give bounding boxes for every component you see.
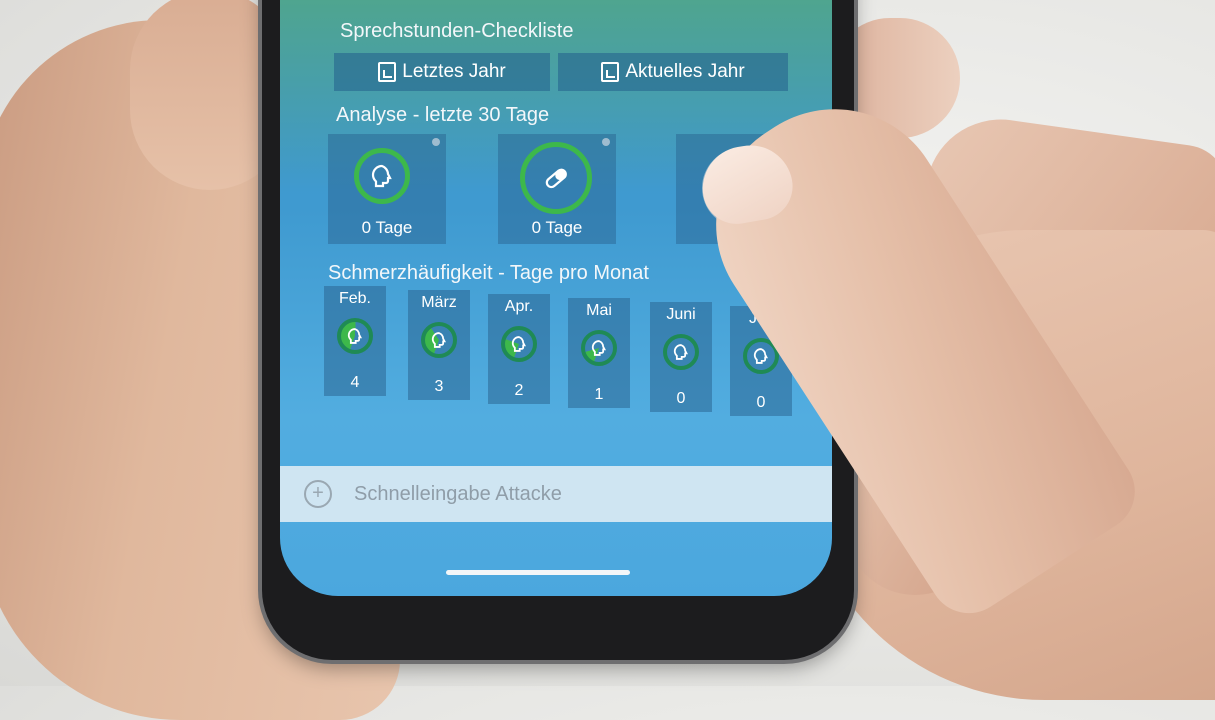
month-label: Feb. — [338, 290, 371, 307]
month-value: 0 — [676, 390, 686, 407]
last-year-button[interactable]: Letztes Jahr — [334, 53, 550, 91]
month-label: März — [421, 294, 457, 311]
report-icon — [601, 62, 620, 82]
month-value: 2 — [514, 382, 524, 399]
medication-ring — [520, 142, 592, 214]
month-label: Juni — [666, 306, 696, 323]
month-ring — [501, 326, 537, 362]
month-ring — [663, 334, 699, 370]
current-year-label: Aktuelles Jahr — [625, 61, 745, 82]
current-year-button[interactable]: Aktuelles Jahr — [558, 53, 788, 91]
quick-entry-button[interactable]: + Schnelleingabe Attacke — [280, 466, 832, 522]
medication-days-value: 0 Tage — [531, 218, 583, 237]
head-icon — [371, 164, 392, 188]
head-icon — [753, 348, 768, 364]
month-value: 4 — [350, 374, 360, 391]
analysis-card-headache[interactable]: 0 Tage — [328, 134, 446, 244]
head-icon — [673, 344, 688, 360]
head-icon — [347, 328, 362, 344]
month-value: 3 — [434, 378, 444, 395]
month-label: Apr. — [504, 298, 534, 315]
info-icon[interactable] — [432, 138, 440, 146]
month-tile-4[interactable]: Juni 0 — [650, 302, 712, 412]
month-ring — [421, 322, 457, 358]
quick-entry-label: Schnelleingabe Attacke — [354, 482, 562, 505]
head-icon — [511, 336, 526, 352]
head-icon — [431, 332, 446, 348]
plus-circle-icon: + — [304, 480, 332, 508]
month-tile-1[interactable]: März 3 — [408, 290, 470, 400]
month-tile-0[interactable]: Feb. 4 — [324, 286, 386, 396]
head-icon — [591, 340, 606, 356]
report-icon — [378, 62, 397, 82]
month-label: Mai — [586, 302, 612, 319]
headache-days-value: 0 Tage — [361, 218, 413, 237]
month-ring — [337, 318, 373, 354]
pill-icon — [545, 168, 567, 189]
last-year-label: Letztes Jahr — [402, 61, 506, 82]
headache-ring — [354, 148, 410, 204]
analysis-card-medication[interactable]: 0 Tage — [498, 134, 616, 244]
analysis-title: Analyse - letzte 30 Tage — [336, 104, 550, 126]
home-indicator[interactable] — [446, 570, 630, 575]
month-tile-3[interactable]: Mai 1 — [568, 298, 630, 408]
month-value: 0 — [756, 394, 766, 411]
month-value: 1 — [594, 386, 604, 403]
info-icon[interactable] — [602, 138, 610, 146]
frequency-title: Schmerzhäufigkeit - Tage pro Monat — [328, 262, 649, 284]
checklist-title: Sprechstunden-Checkliste — [340, 20, 574, 42]
month-tile-2[interactable]: Apr. 2 — [488, 294, 550, 404]
month-ring — [581, 330, 617, 366]
